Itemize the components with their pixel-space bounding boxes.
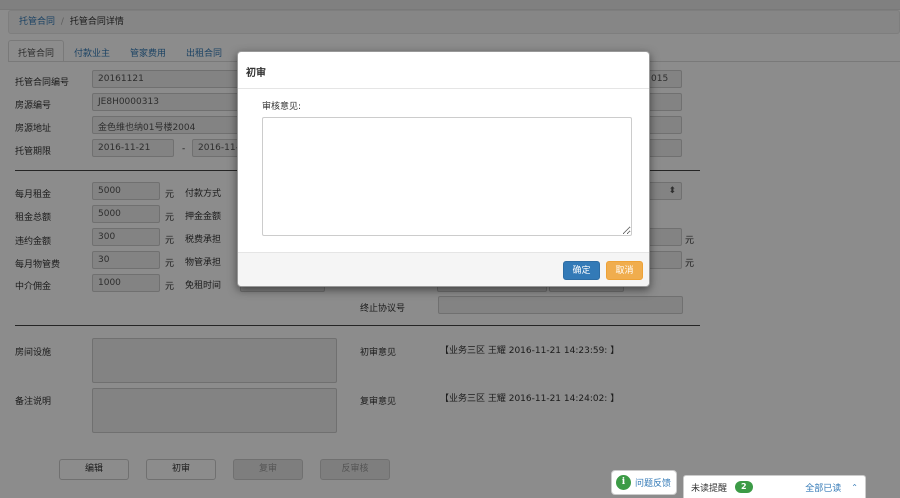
opinion-textarea[interactable]	[262, 117, 632, 236]
cancel-button[interactable]: 取消	[606, 261, 643, 280]
feedback-button[interactable]: i 问题反馈	[611, 470, 677, 495]
mark-all-read-link[interactable]: 全部已读	[805, 481, 841, 494]
confirm-button[interactable]: 确定	[563, 261, 600, 280]
dialog-body: 审核意见:	[238, 89, 649, 253]
chevron-up-icon[interactable]: ⌃	[851, 483, 858, 492]
unread-label: 未读提醒	[691, 483, 728, 494]
unread-count-badge: 2	[735, 481, 753, 493]
first-review-dialog: 初审 审核意见: 确定 取消	[237, 51, 650, 287]
dialog-footer: 确定 取消	[238, 252, 649, 286]
unread-notifications-bar[interactable]: 未读提醒 2 全部已读 ⌃	[683, 475, 866, 498]
opinion-label: 审核意见:	[262, 102, 302, 112]
dialog-title: 初审	[238, 52, 649, 89]
feedback-label: 问题反馈	[635, 479, 672, 489]
info-icon: i	[616, 475, 631, 490]
